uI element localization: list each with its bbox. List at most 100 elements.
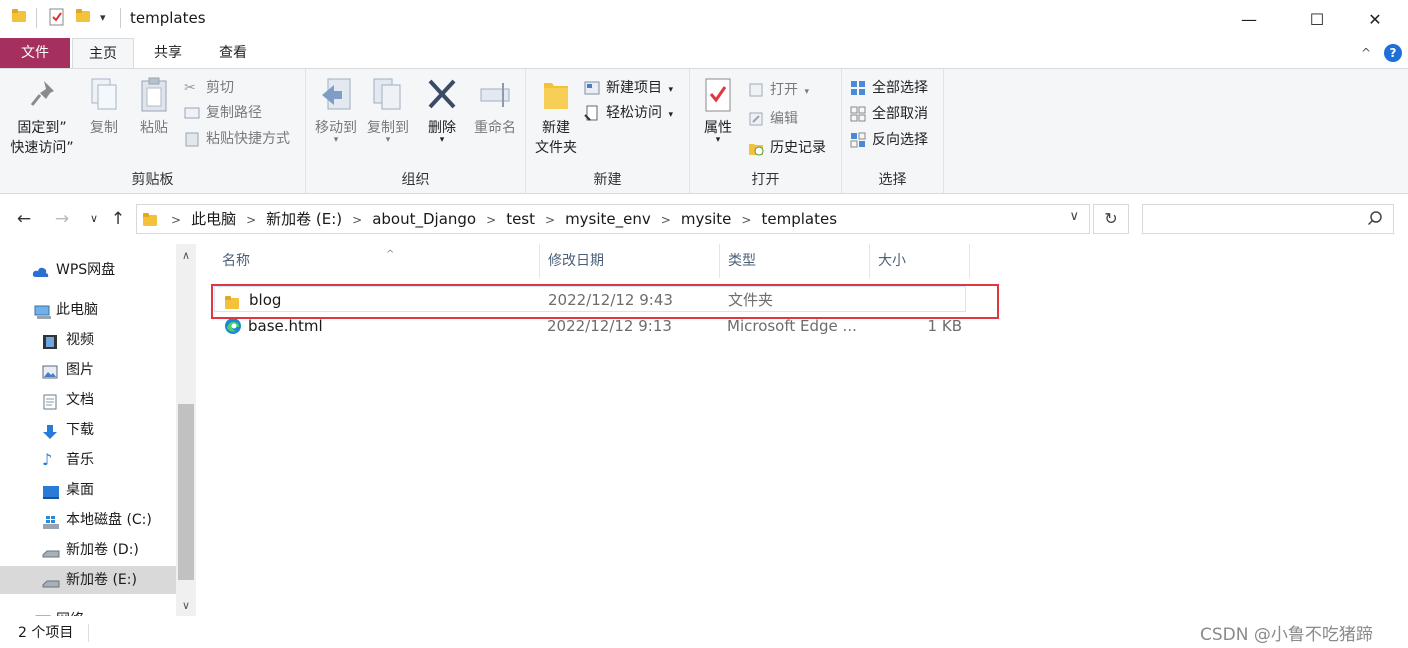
forward-arrow-icon[interactable]: → <box>50 207 74 231</box>
open-button[interactable]: 打开 ▾ <box>748 79 809 101</box>
select-none-button[interactable]: 全部取消 <box>850 103 928 125</box>
paste-button[interactable]: 粘贴 <box>132 77 176 137</box>
column-header-type[interactable]: 类型 <box>720 244 870 278</box>
collapse-ribbon-icon[interactable]: ^ <box>1356 38 1376 68</box>
nav-item-pictures[interactable]: 图片 <box>0 356 176 384</box>
refresh-icon[interactable]: ↻ <box>1093 204 1129 234</box>
recent-locations-chevron-icon[interactable]: ∨ <box>82 207 106 231</box>
breadcrumb-item[interactable]: about_Django <box>372 210 476 228</box>
maximize-button[interactable]: ☐ <box>1294 0 1340 38</box>
new-item-button[interactable]: 新建项目 ▾ <box>584 77 673 99</box>
chevron-right-icon[interactable]: > <box>342 213 372 227</box>
scroll-up-icon[interactable]: ∧ <box>176 246 196 266</box>
breadcrumb-item[interactable]: 新加卷 (E:) <box>266 210 342 228</box>
divider <box>120 8 121 28</box>
nav-item-this-pc[interactable]: 此电脑 <box>0 296 176 324</box>
nav-item-documents[interactable]: 文档 <box>0 386 176 414</box>
select-all-label: 全部选择 <box>872 80 928 96</box>
nav-item-desktop[interactable]: 桌面 <box>0 476 176 504</box>
easy-access-icon <box>584 105 600 121</box>
chevron-right-icon[interactable]: > <box>476 213 506 227</box>
search-input[interactable] <box>1142 204 1394 234</box>
new-folder-quick-icon[interactable] <box>76 8 90 22</box>
new-item-dropdown-icon: ▾ <box>668 85 673 95</box>
nav-item-music[interactable]: ♪ 音乐 <box>0 446 176 474</box>
breadcrumb-item[interactable]: templates <box>761 210 837 228</box>
chevron-right-icon[interactable]: > <box>236 213 266 227</box>
move-to-dropdown-icon: ▾ <box>333 135 339 145</box>
copy-to-button[interactable]: 复制到 ▾ <box>362 77 414 145</box>
nav-item-label: 网络 <box>56 606 84 616</box>
help-icon[interactable]: ? <box>1384 44 1402 62</box>
delete-dropdown-icon: ▾ <box>439 135 445 145</box>
tab-share[interactable]: 共享 <box>140 38 196 68</box>
nav-item-drive-e[interactable]: 新加卷 (E:) <box>0 566 176 594</box>
scroll-thumb[interactable] <box>178 404 194 580</box>
properties-quick-icon[interactable] <box>48 8 66 26</box>
download-icon <box>42 422 58 439</box>
properties-dropdown-icon: ▾ <box>715 135 721 145</box>
drive-icon <box>42 542 60 558</box>
column-header-size[interactable]: 大小 <box>870 244 970 278</box>
nav-item-downloads[interactable]: 下载 <box>0 416 176 444</box>
nav-item-videos[interactable]: 视频 <box>0 326 176 354</box>
nav-item-label: 文档 <box>66 392 94 408</box>
address-bar[interactable]: > 此电脑 > 新加卷 (E:) > about_Django > test > mysite_e… <box>136 204 1090 234</box>
tab-home[interactable]: 主页 <box>72 38 134 68</box>
breadcrumb-item[interactable]: test <box>506 210 535 228</box>
open-dropdown-icon: ▾ <box>804 87 809 97</box>
easy-access-dropdown-icon: ▾ <box>668 110 673 120</box>
video-icon <box>42 332 58 349</box>
breadcrumb-item[interactable]: 此电脑 <box>191 210 236 228</box>
chevron-right-icon[interactable]: > <box>535 213 565 227</box>
nav-item-drive-c[interactable]: 本地磁盘 (C:) <box>0 506 176 534</box>
pin-quick-access-button[interactable]: 固定到” 快速访问” <box>8 77 76 157</box>
column-header-name[interactable]: 名称 ^ <box>214 244 540 278</box>
history-icon <box>748 140 764 156</box>
move-to-button[interactable]: 移动到 ▾ <box>310 77 362 145</box>
chevron-right-icon[interactable]: > <box>161 213 191 227</box>
chevron-right-icon[interactable]: > <box>731 213 761 227</box>
delete-button[interactable]: 删除 ▾ <box>422 77 462 145</box>
chevron-right-icon[interactable]: > <box>651 213 681 227</box>
tab-view[interactable]: 查看 <box>204 38 262 68</box>
nav-item-network[interactable]: 网络 <box>0 606 176 616</box>
invert-selection-button[interactable]: 反向选择 <box>850 129 928 151</box>
folder-icon[interactable] <box>12 8 26 22</box>
back-arrow-icon[interactable]: ← <box>12 207 36 231</box>
paste-shortcut-button[interactable]: 粘贴快捷方式 <box>184 128 290 150</box>
rename-button[interactable]: 重命名 <box>468 77 522 137</box>
nav-item-wps[interactable]: WPS网盘 <box>0 256 176 284</box>
select-all-button[interactable]: 全部选择 <box>850 77 928 99</box>
edit-button[interactable]: 编辑 <box>748 108 798 130</box>
nav-item-label: 下载 <box>66 422 94 438</box>
copy-to-icon <box>372 77 404 113</box>
copy-button[interactable]: 复制 <box>82 77 126 137</box>
nav-item-label: 视频 <box>66 332 94 348</box>
minimize-button[interactable]: — <box>1226 0 1272 38</box>
address-dropdown-chevron-icon[interactable]: ∨ <box>1069 209 1079 224</box>
select-all-icon <box>850 80 866 96</box>
copy-path-button[interactable]: 复制路径 <box>184 102 262 124</box>
properties-button[interactable]: 属性 ▾ <box>696 77 740 145</box>
select-group: 全部选择 全部取消 反向选择 选择 <box>842 69 944 193</box>
new-folder-button[interactable]: 新建 文件夹 <box>530 77 582 157</box>
up-arrow-icon[interactable]: ↑ <box>106 207 130 231</box>
nav-item-drive-d[interactable]: 新加卷 (D:) <box>0 536 176 564</box>
scroll-down-icon[interactable]: ∨ <box>176 596 196 616</box>
cut-button[interactable]: ✂ 剪切 <box>184 77 234 99</box>
paste-shortcut-icon <box>184 131 200 147</box>
breadcrumb-item[interactable]: mysite <box>681 210 732 228</box>
delete-label: 删除 <box>428 120 456 136</box>
close-button[interactable]: ✕ <box>1352 0 1398 38</box>
breadcrumb-item[interactable]: mysite_env <box>565 210 651 228</box>
nav-item-label: WPS网盘 <box>56 262 116 278</box>
nav-scrollbar[interactable]: ∧ ∨ <box>176 244 196 616</box>
column-header-date[interactable]: 修改日期 <box>540 244 720 278</box>
history-button[interactable]: 历史记录 <box>748 137 826 159</box>
tab-file[interactable]: 文件 <box>0 38 70 68</box>
edit-label: 编辑 <box>770 111 798 127</box>
clipboard-group-label: 剪贴板 <box>131 172 174 188</box>
customize-quick-access-icon[interactable]: ▾ <box>100 11 106 24</box>
easy-access-button[interactable]: 轻松访问 ▾ <box>584 102 673 124</box>
